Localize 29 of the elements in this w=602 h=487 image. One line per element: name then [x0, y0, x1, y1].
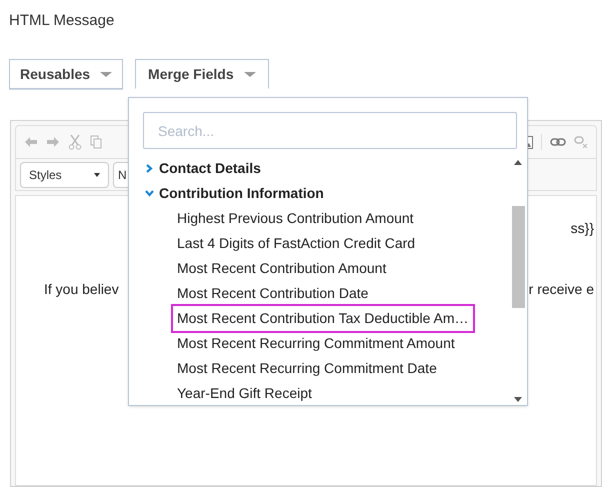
scrollbar-thumb[interactable] — [512, 206, 525, 308]
tree-group[interactable]: Contribution Information — [159, 183, 324, 204]
merge-field-item[interactable]: Year-End Gift Receipt — [177, 383, 312, 404]
chevron-right-icon[interactable] — [145, 164, 154, 173]
copy-icon[interactable] — [90, 135, 102, 149]
tree-group[interactable]: Contact Details — [159, 158, 261, 179]
merge-field-item[interactable]: Most Recent Contribution Date — [177, 283, 368, 304]
merge-field-item[interactable]: Highest Previous Contribution Amount — [177, 208, 414, 229]
dropdown-button[interactable]: Merge Fields — [135, 59, 269, 89]
dropdown-button[interactable]: Reusables — [9, 59, 124, 89]
body-text: If you believ — [44, 280, 119, 299]
link-icon[interactable] — [550, 137, 566, 147]
body-text: r receive e — [528, 280, 594, 299]
undo-icon[interactable] — [24, 136, 38, 148]
scroll-up-arrow[interactable] — [514, 160, 522, 165]
merge-field-item[interactable]: Most Recent Recurring Commitment Date — [177, 358, 437, 379]
scroll-down-arrow[interactable] — [514, 397, 522, 402]
body-text: ss}} — [570, 219, 594, 238]
styles-dropdown[interactable]: Styles — [20, 162, 109, 188]
redo-icon[interactable] — [46, 136, 60, 148]
section-heading: HTML Message — [9, 12, 114, 29]
search-field[interactable]: Search... — [143, 112, 517, 149]
merge-field-item[interactable]: Most Recent Recurring Commitment Amount — [177, 333, 455, 354]
merge-field-item[interactable]: Most Recent Contribution Tax Deductible Am… — [171, 304, 475, 333]
unlink-icon[interactable] — [574, 136, 588, 148]
merge-field-item[interactable]: Last 4 Digits of FastAction Credit Card — [177, 233, 416, 254]
cut-icon[interactable] — [68, 134, 82, 150]
chevron-down-icon[interactable] — [145, 189, 154, 198]
merge-field-item[interactable]: Most Recent Contribution Amount — [177, 258, 386, 279]
